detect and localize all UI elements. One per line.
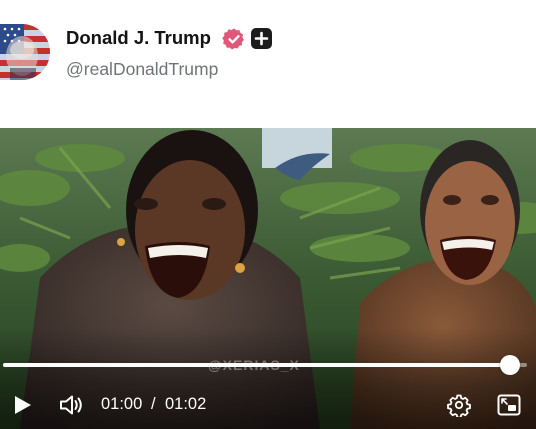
- video-player[interactable]: @XERIAS_X 01:00 / 01:02: [0, 128, 536, 429]
- picture-in-picture-icon[interactable]: [497, 394, 521, 416]
- time-separator: /: [151, 395, 156, 413]
- avatar[interactable]: [0, 24, 50, 80]
- handle[interactable]: @realDonaldTrump: [66, 59, 218, 80]
- progress-scrubber[interactable]: [499, 355, 520, 375]
- play-icon[interactable]: [10, 393, 34, 417]
- duration: 01:02: [165, 395, 207, 413]
- gear-icon[interactable]: [447, 393, 471, 417]
- display-name[interactable]: Donald J. Trump: [66, 27, 211, 49]
- verified-badge-icon: [222, 28, 244, 50]
- current-time: 01:00: [101, 395, 143, 413]
- avatar-image: [0, 24, 50, 80]
- progress-fill: [3, 363, 510, 367]
- post-header: Donald J. Trump @realDonaldTrump: [0, 0, 536, 128]
- plus-badge-icon: [251, 28, 272, 49]
- volume-icon[interactable]: [58, 392, 84, 418]
- progress-bar[interactable]: [3, 355, 527, 375]
